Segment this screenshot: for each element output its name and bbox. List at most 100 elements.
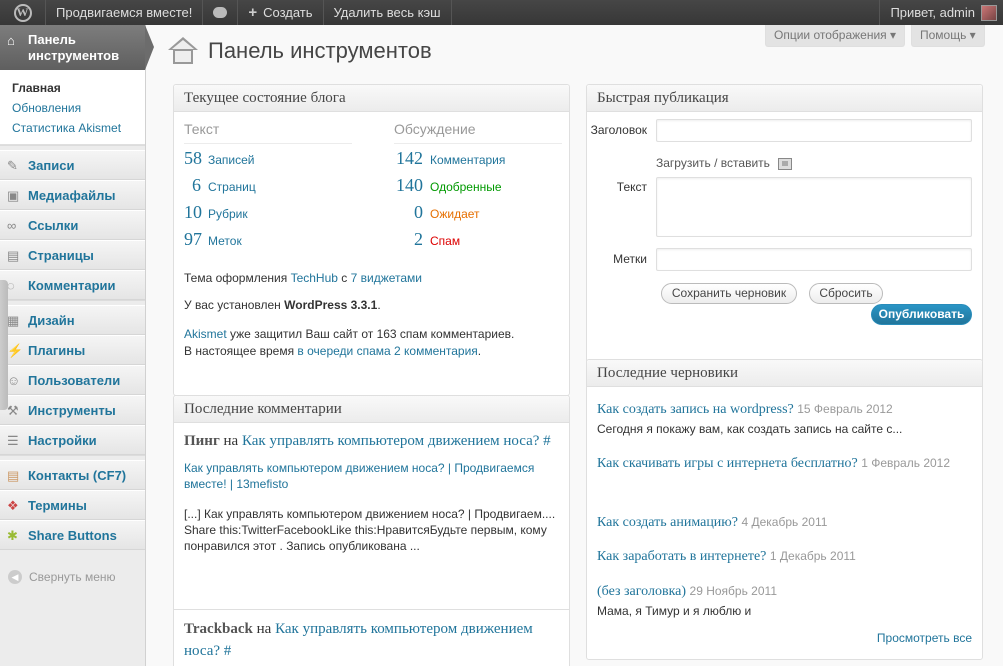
submenu-home[interactable]: Главная: [0, 78, 145, 98]
screen-options-button[interactable]: Опции отображения ▾: [765, 25, 905, 47]
comment-author-link[interactable]: Как управлять компьютером движением носа…: [184, 461, 534, 491]
reset-button[interactable]: Сбросить: [809, 283, 883, 304]
stat-number[interactable]: 6: [184, 175, 208, 196]
stat-label[interactable]: Спам: [430, 234, 460, 248]
menu-item-users[interactable]: ☺ Пользователи: [0, 365, 145, 395]
comment-author: Как управлять компьютером движением носа…: [184, 460, 559, 492]
collapse-menu-button[interactable]: ◀ Свернуть меню: [0, 550, 145, 584]
stat-number[interactable]: 10: [184, 202, 208, 223]
collapse-arrow-icon: ◀: [8, 570, 22, 584]
stat-number[interactable]: 58: [184, 148, 208, 169]
stat-row: 2 Спам: [394, 229, 562, 256]
stat-label[interactable]: Меток: [208, 234, 242, 248]
menu-item-pages[interactable]: ▤ Страницы: [0, 240, 145, 270]
submenu-akismet-stats[interactable]: Статистика Akismet: [0, 118, 145, 138]
resize-handle[interactable]: [0, 280, 8, 410]
menu-item-links[interactable]: ∞ Ссылки: [0, 210, 145, 240]
widget-title[interactable]: Быстрая публикация: [587, 85, 982, 112]
add-media-icon[interactable]: [777, 157, 792, 170]
theme-info: Тема оформления TechHub с 7 виджетами: [184, 270, 422, 287]
widget-title[interactable]: Последние комментарии: [174, 396, 569, 423]
stat-label[interactable]: Страниц: [208, 180, 256, 194]
content-textarea[interactable]: [656, 177, 972, 237]
draft-date: 4 Декабрь 2011: [741, 515, 828, 529]
draft-heading: Как скачивать игры с интернета бесплатно…: [597, 452, 972, 475]
akismet-info: Akismet уже защитил Ваш сайт от 163 спам…: [184, 326, 514, 360]
comment-item: Trackback на Как управлять компьютером д…: [184, 618, 559, 662]
widgets-link[interactable]: 7 виджетами: [351, 271, 422, 285]
save-draft-button[interactable]: Сохранить черновик: [661, 283, 797, 304]
menu-item-tools[interactable]: ⚒ Инструменты: [0, 395, 145, 425]
menu-label: Плагины: [28, 343, 86, 358]
recent-comments-widget: Последние комментарии Пинг на Как управл…: [173, 395, 570, 666]
tools-icon: ⚒: [7, 403, 19, 418]
content-column: Текст 58 Записей 6 Страниц 10 Рубрик 97 Мето…: [184, 121, 352, 256]
menu-item-terms[interactable]: ❖ Термины: [0, 490, 145, 520]
draft-excerpt: Сегодня я покажу вам, как создать запись…: [597, 422, 903, 436]
comment-type: Trackback: [184, 621, 253, 637]
draft-link[interactable]: Как создать анимацию?: [597, 515, 738, 530]
stat-label[interactable]: Одобренные: [430, 180, 502, 194]
stat-row: 10 Рубрик: [184, 202, 352, 229]
widget-title[interactable]: Текущее состояние блога: [174, 85, 569, 112]
title-label: Заголовок: [590, 123, 647, 137]
stat-number[interactable]: 142: [394, 148, 430, 169]
menu-item-media[interactable]: ▣ Медиафайлы: [0, 180, 145, 210]
users-icon: ☺: [7, 373, 21, 388]
stat-label[interactable]: Комментария: [430, 153, 505, 167]
help-button[interactable]: Помощь ▾: [911, 25, 985, 47]
draft-date: 1 Декабрь 2011: [769, 549, 856, 563]
my-account-menu[interactable]: Привет, admin: [879, 0, 1003, 25]
stat-number[interactable]: 140: [394, 175, 430, 196]
comment-on: на: [219, 433, 242, 449]
view-all-drafts-link[interactable]: Просмотреть все: [877, 631, 972, 645]
stat-label[interactable]: Записей: [208, 153, 255, 167]
menu-item-plugins[interactable]: ⚡ Плагины: [0, 335, 145, 365]
menu-item-contact-form[interactable]: ▤ Контакты (CF7): [0, 460, 145, 490]
draft-link[interactable]: Как заработать в интернете?: [597, 549, 766, 564]
draft-heading: Как создать анимацию? 4 Декабрь 2011: [597, 511, 972, 534]
draft-heading: Как заработать в интернете? 1 Декабрь 20…: [597, 545, 972, 568]
stat-label[interactable]: Рубрик: [208, 207, 248, 221]
stat-label[interactable]: Ожидает: [430, 207, 480, 221]
comment-excerpt: [...] Как управлять компьютером движение…: [184, 507, 556, 553]
menu-item-share-buttons[interactable]: ✱ Share Buttons: [0, 520, 145, 550]
comments-link[interactable]: [203, 0, 239, 25]
page-header: Панель инструментов: [168, 37, 432, 65]
draft-link[interactable]: Как скачивать игры с интернета бесплатно…: [597, 456, 858, 471]
publish-button[interactable]: Опубликовать: [871, 304, 972, 325]
draft-item: Как заработать в интернете? 1 Декабрь 20…: [597, 545, 972, 568]
menu-item-appearance[interactable]: ▦ Дизайн: [0, 305, 145, 335]
wordpress-logo-menu[interactable]: W: [0, 0, 46, 25]
akismet-link[interactable]: Akismet: [184, 327, 227, 341]
menu-item-posts[interactable]: ✎ Записи: [0, 150, 145, 180]
submenu-updates[interactable]: Обновления: [0, 98, 145, 118]
theme-link[interactable]: TechHub: [291, 271, 338, 285]
stat-number[interactable]: 97: [184, 229, 208, 250]
widget-title[interactable]: Последние черновики: [587, 360, 982, 387]
appearance-icon: ▦: [7, 313, 20, 328]
stat-number[interactable]: 0: [394, 202, 430, 223]
title-input[interactable]: [656, 119, 972, 142]
comment-post-link[interactable]: Как управлять компьютером движением носа…: [242, 433, 551, 449]
home-icon: ⌂: [7, 33, 15, 48]
menu-item-settings[interactable]: ☰ Настройки: [0, 425, 145, 455]
new-content-menu[interactable]: + Создать: [238, 0, 324, 25]
menu-label: Термины: [28, 498, 87, 513]
draft-link[interactable]: (без заголовка): [597, 584, 686, 599]
draft-excerpt: Мама, я Тимур и я люблю и: [597, 604, 752, 618]
stat-number[interactable]: 2: [394, 229, 430, 250]
theme-prefix: Тема оформления: [184, 271, 291, 285]
menu-item-comments[interactable]: ◌ Комментарии: [0, 270, 145, 300]
clear-cache-link[interactable]: Удалить весь кэш: [324, 0, 452, 25]
tags-input[interactable]: [656, 248, 972, 271]
menu-item-dashboard[interactable]: ⌂ Панель инструментов: [0, 25, 154, 70]
comment-type: Пинг: [184, 433, 220, 449]
menu-label: Страницы: [28, 248, 94, 263]
spam-queue-link[interactable]: в очереди спама 2 комментария: [297, 344, 477, 358]
comment-on: на: [252, 621, 276, 637]
site-name-link[interactable]: Продвигаемся вместе!: [46, 0, 204, 25]
content-heading: Текст: [184, 121, 352, 144]
comments-icon: ◌: [7, 278, 15, 293]
draft-link[interactable]: Как создать запись на wordpress?: [597, 402, 794, 417]
